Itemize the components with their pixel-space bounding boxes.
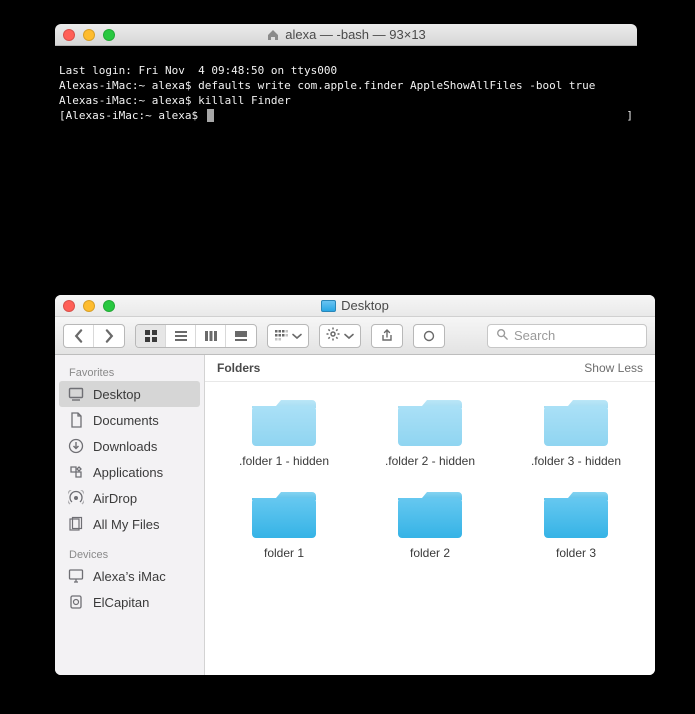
terminal-title: alexa — -bash — 93×13 (55, 27, 637, 42)
view-columns-button[interactable] (196, 325, 226, 347)
desktop-icon (67, 385, 85, 403)
sidebar-item-documents[interactable]: Documents (55, 407, 204, 433)
minimize-button[interactable] (83, 300, 95, 312)
finder-toolbar (55, 317, 655, 355)
folder-item[interactable]: .folder 1 - hidden (213, 394, 355, 468)
section-title: Folders (217, 361, 260, 375)
folder-item[interactable]: .folder 2 - hidden (359, 394, 501, 468)
sidebar-item-label: Documents (93, 413, 159, 428)
view-list-button[interactable] (166, 325, 196, 347)
airdrop-icon (67, 489, 85, 507)
folder-item[interactable]: folder 2 (359, 486, 501, 560)
disk-icon (67, 593, 85, 611)
cursor-icon (207, 109, 214, 122)
folder-item[interactable]: folder 3 (505, 486, 647, 560)
finder-title: Desktop (55, 298, 655, 313)
finder-title-text: Desktop (341, 298, 389, 313)
sidebar-item-airdrop[interactable]: AirDrop (55, 485, 204, 511)
finder-titlebar[interactable]: Desktop (55, 295, 655, 317)
folder-label: .folder 1 - hidden (239, 454, 329, 468)
close-button[interactable] (63, 300, 75, 312)
folder-icon (394, 394, 466, 450)
sidebar: Favorites Desktop Documents Downloads Ap… (55, 355, 205, 675)
back-button[interactable] (64, 325, 94, 347)
sidebar-item-label: Desktop (93, 387, 141, 402)
desktop-icon (321, 300, 336, 312)
terminal-titlebar[interactable]: alexa — -bash — 93×13 (55, 24, 637, 46)
traffic-lights (63, 300, 115, 312)
finder-body: Favorites Desktop Documents Downloads Ap… (55, 355, 655, 675)
documents-icon (67, 411, 85, 429)
allfiles-icon (67, 515, 85, 533)
sidebar-item-label: ElCapitan (93, 595, 149, 610)
sidebar-item-label: Downloads (93, 439, 157, 454)
home-icon (266, 28, 280, 42)
sidebar-heading-devices: Devices (55, 545, 204, 563)
search-field[interactable] (487, 324, 647, 348)
nav-group (63, 324, 125, 348)
zoom-button[interactable] (103, 29, 115, 41)
content-area: Folders Show Less .folder 1 - hidden .fo… (205, 355, 655, 675)
terminal-body[interactable]: Last login: Fri Nov 4 09:48:50 on ttys00… (55, 46, 637, 267)
folder-label: .folder 3 - hidden (531, 454, 621, 468)
arrange-button[interactable] (267, 324, 309, 348)
action-button[interactable] (319, 324, 361, 348)
folder-grid: .folder 1 - hidden .folder 2 - hidden .f… (205, 382, 655, 572)
sidebar-item-label: Applications (93, 465, 163, 480)
downloads-icon (67, 437, 85, 455)
folder-label: .folder 2 - hidden (385, 454, 475, 468)
folder-label: folder 1 (264, 546, 304, 560)
terminal-window: alexa — -bash — 93×13 Last login: Fri No… (55, 24, 637, 267)
traffic-lights (63, 29, 115, 41)
folder-label: folder 2 (410, 546, 450, 560)
sidebar-item-label: All My Files (93, 517, 159, 532)
sidebar-item-applications[interactable]: Applications (55, 459, 204, 485)
gear-icon (326, 327, 340, 344)
zoom-button[interactable] (103, 300, 115, 312)
terminal-line: Alexas-iMac:~ alexa$ defaults write com.… (59, 79, 595, 92)
search-icon (496, 328, 508, 343)
view-coverflow-button[interactable] (226, 325, 256, 347)
minimize-button[interactable] (83, 29, 95, 41)
sidebar-heading-favorites: Favorites (55, 363, 204, 381)
folder-icon (394, 486, 466, 542)
folder-icon (248, 394, 320, 450)
imac-icon (67, 567, 85, 585)
sidebar-item-label: Alexa’s iMac (93, 569, 166, 584)
folder-item[interactable]: folder 1 (213, 486, 355, 560)
search-input[interactable] (514, 328, 655, 343)
finder-window: Desktop Favorites (55, 295, 655, 675)
folder-icon (540, 394, 612, 450)
folder-label: folder 3 (556, 546, 596, 560)
section-header: Folders Show Less (205, 355, 655, 382)
terminal-line: Last login: Fri Nov 4 09:48:50 on ttys00… (59, 64, 337, 77)
forward-button[interactable] (94, 325, 124, 347)
show-less-button[interactable]: Show Less (584, 361, 643, 375)
sidebar-item-desktop[interactable]: Desktop (59, 381, 200, 407)
sidebar-item-imac[interactable]: Alexa’s iMac (55, 563, 204, 589)
folder-item[interactable]: .folder 3 - hidden (505, 394, 647, 468)
sidebar-item-label: AirDrop (93, 491, 137, 506)
folder-icon (248, 486, 320, 542)
sidebar-item-downloads[interactable]: Downloads (55, 433, 204, 459)
terminal-prompt-line: [Alexas-iMac:~ alexa$ ] (59, 109, 214, 122)
terminal-title-text: alexa — -bash — 93×13 (285, 27, 426, 42)
sidebar-item-disk[interactable]: ElCapitan (55, 589, 204, 615)
applications-icon (67, 463, 85, 481)
view-group (135, 324, 257, 348)
terminal-line: Alexas-iMac:~ alexa$ killall Finder (59, 94, 291, 107)
folder-icon (540, 486, 612, 542)
sidebar-item-allfiles[interactable]: All My Files (55, 511, 204, 537)
tags-button[interactable] (413, 324, 445, 348)
close-button[interactable] (63, 29, 75, 41)
share-button[interactable] (371, 324, 403, 348)
view-icons-button[interactable] (136, 325, 166, 347)
